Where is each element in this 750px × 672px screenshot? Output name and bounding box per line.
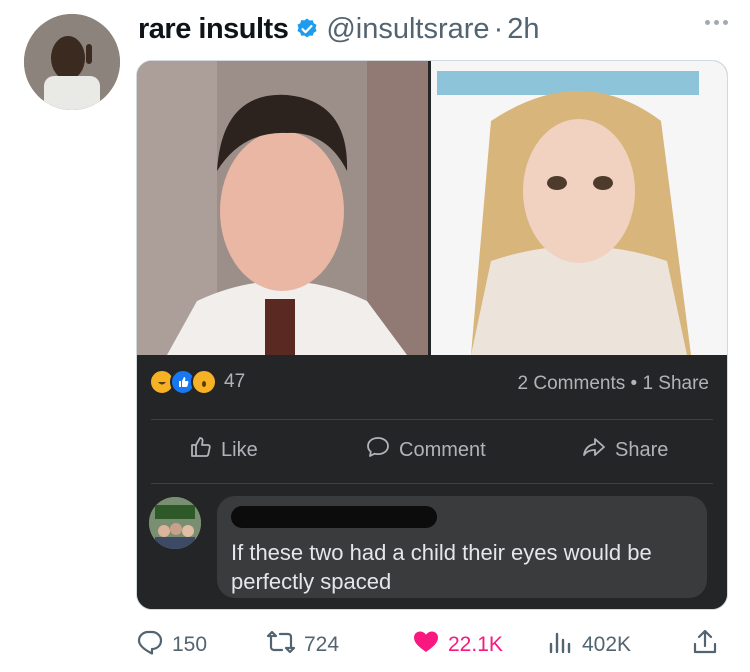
engagement-bar: 150 724 22.1K 402K [136,628,726,662]
retweet-count: 724 [304,633,340,656]
avatar[interactable] [24,14,120,110]
share-upload-icon [692,628,718,662]
divider [151,483,713,484]
commenter-avatar[interactable] [149,497,201,549]
tweet-media[interactable]: 47 2 Comments • 1 Share Like Comment Sha… [136,60,728,610]
redacted-name-bar [231,506,437,528]
action-row: Like Comment Share [137,435,727,465]
reply-button[interactable]: 150 [136,628,207,662]
retweet-button[interactable]: 724 [266,628,339,662]
wow-emoji-icon [191,369,217,395]
heart-filled-icon [412,628,440,662]
views-button[interactable]: 402K [548,628,631,662]
thumbs-up-icon [189,435,213,465]
photo-woman [431,61,727,355]
views-count: 402K [582,633,632,656]
timestamp[interactable]: 2h [507,13,539,46]
share-button[interactable] [692,628,718,662]
like-count: 22.1K [448,633,503,656]
divider [151,419,713,420]
more-options-icon[interactable] [705,20,728,25]
like-button[interactable]: 22.1K [412,628,503,662]
comment-action-label: Comment [399,438,486,461]
comment-action-button[interactable]: Comment [365,435,486,465]
share-action-button[interactable]: Share [581,435,668,465]
reply-icon [136,628,164,662]
share-arrow-icon [581,435,607,465]
handle[interactable]: @insultsrare [326,13,489,46]
speech-bubble-icon [365,435,391,465]
views-chart-icon [548,628,574,662]
comments-shares-count[interactable]: 2 Comments • 1 Share [518,373,709,395]
like-action-label: Like [221,438,258,461]
comment-bubble: If these two had a child their eyes woul… [217,496,707,598]
reactions[interactable]: 47 [149,369,245,395]
retweet-icon [266,628,296,662]
display-name[interactable]: rare insults [138,13,289,46]
share-action-label: Share [615,438,669,461]
reaction-count: 47 [224,371,246,392]
separator-dot: · [493,12,504,45]
comment-text: If these two had a child their eyes woul… [231,540,652,594]
avatar-photo [24,14,120,110]
facebook-post-footer: 47 2 Comments • 1 Share Like Comment Sha… [137,355,727,609]
verified-badge-icon [295,17,319,41]
reply-count: 150 [172,633,208,656]
photo-man [137,61,428,355]
like-action-button[interactable]: Like [189,435,258,465]
tweet-header: rare insults @insultsrare · 2h [138,10,540,48]
